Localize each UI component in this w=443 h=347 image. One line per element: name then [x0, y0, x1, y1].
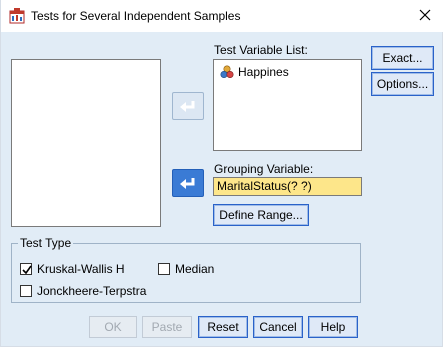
grouping-variable-label: Grouping Variable: — [214, 162, 313, 176]
exact-button[interactable]: Exact... — [371, 46, 434, 70]
test-variable-list-label: Test Variable List: — [214, 43, 308, 57]
source-variable-list[interactable] — [11, 59, 161, 227]
test-variable-list[interactable]: Happines — [213, 59, 362, 151]
options-button[interactable]: Options... — [371, 72, 434, 96]
jonckheere-terpstra-label: Jonckheere-Terpstra — [37, 284, 147, 298]
options-label: Options... — [376, 77, 429, 91]
grouping-variable-field[interactable]: MaritalStatus(? ?) — [213, 177, 362, 196]
list-item[interactable]: Happines — [220, 65, 289, 79]
grouping-variable-value: MaritalStatus(? ?) — [217, 179, 312, 193]
median-checkbox[interactable]: Median — [158, 262, 214, 276]
ok-label: OK — [104, 320, 122, 334]
scale-variable-icon — [220, 65, 234, 79]
kruskal-wallis-label: Kruskal-Wallis H — [37, 262, 125, 276]
variable-name: Happines — [238, 65, 289, 79]
cancel-label: Cancel — [259, 320, 297, 334]
test-variable-list-label-text: Test Variable List: — [214, 43, 308, 57]
checkbox-box[interactable] — [158, 263, 170, 275]
paste-label: Paste — [151, 320, 183, 334]
reset-label: Reset — [207, 320, 239, 334]
move-to-grouping-button[interactable] — [172, 169, 204, 197]
arrow-left-icon — [180, 178, 195, 189]
exact-label: Exact... — [382, 51, 423, 65]
define-range-label: Define Range... — [219, 208, 303, 222]
help-label: Help — [320, 320, 346, 334]
dialog-window: Tests for Several Independent Samples Te… — [0, 0, 443, 347]
jonckheere-terpstra-checkbox[interactable]: Jonckheere-Terpstra — [20, 284, 146, 298]
test-type-legend: Test Type — [18, 236, 74, 250]
window-title: Tests for Several Independent Samples — [31, 9, 241, 23]
help-button[interactable]: Help — [308, 316, 358, 338]
test-type-group: Test Type Kruskal-Wallis H Median Jonckh… — [11, 236, 361, 303]
close-icon[interactable] — [416, 6, 434, 24]
title-bar: Tests for Several Independent Samples — [1, 0, 443, 32]
ok-button[interactable]: OK — [89, 316, 137, 338]
checkmark-icon — [22, 265, 32, 275]
median-label: Median — [175, 262, 215, 276]
grouping-variable-label-text: Grouping Variable: — [214, 162, 314, 176]
kruskal-wallis-checkbox[interactable]: Kruskal-Wallis H — [20, 262, 125, 276]
move-to-test-list-button[interactable] — [172, 92, 204, 120]
paste-button[interactable]: Paste — [142, 316, 192, 338]
checkbox-box[interactable] — [20, 263, 32, 275]
checkbox-box[interactable] — [20, 285, 32, 297]
cancel-button[interactable]: Cancel — [253, 316, 303, 338]
spss-app-icon — [9, 8, 25, 24]
reset-button[interactable]: Reset — [198, 316, 248, 338]
define-range-button[interactable]: Define Range... — [213, 204, 309, 226]
arrow-left-icon — [180, 101, 195, 112]
